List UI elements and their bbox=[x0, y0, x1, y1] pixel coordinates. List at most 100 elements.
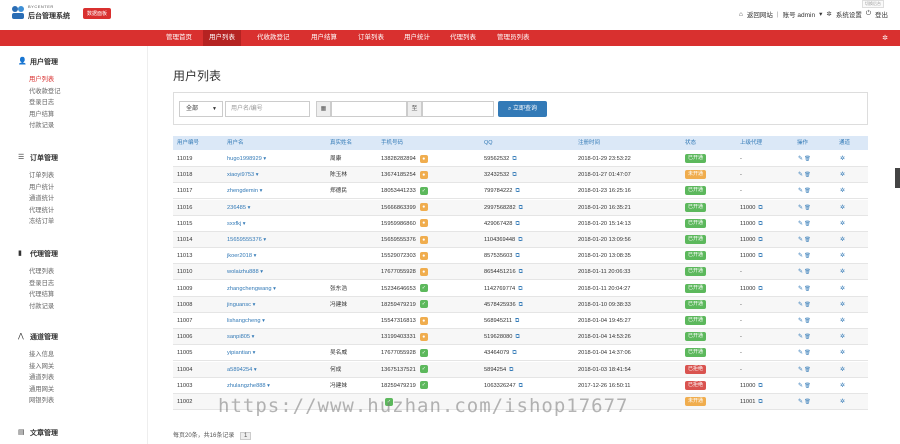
channel-gear-icon[interactable]: ✲ bbox=[840, 167, 845, 183]
logout-link[interactable]: 登出 bbox=[875, 9, 888, 19]
sidebar-item[interactable]: 代理统计 bbox=[29, 205, 54, 214]
channel-gear-icon[interactable]: ✲ bbox=[840, 232, 845, 248]
home-link[interactable]: 返回网站 bbox=[747, 9, 773, 19]
sidebar-item[interactable]: 通道列表 bbox=[29, 372, 54, 381]
status-badge[interactable]: 已开通 bbox=[685, 235, 707, 244]
status-badge[interactable]: 已开通 bbox=[685, 202, 707, 212]
status-badge[interactable]: 已拒绝 bbox=[685, 380, 707, 390]
trash-icon[interactable]: 🗑 bbox=[803, 334, 810, 340]
channel-gear-icon[interactable]: ✲ bbox=[840, 394, 845, 410]
col-status[interactable]: 状态 bbox=[685, 136, 696, 150]
status-badge[interactable]: 已拒绝 bbox=[685, 364, 707, 374]
sidebar-item[interactable]: 接入网关 bbox=[29, 361, 54, 370]
col-user-id[interactable]: 用户编号 bbox=[177, 136, 199, 150]
sidebar-item[interactable]: 接入信息 bbox=[29, 349, 54, 358]
external-link-icon[interactable]: ⧉ bbox=[758, 205, 762, 211]
cell-username[interactable]: yipiantian ▾ bbox=[227, 345, 255, 361]
trash-icon[interactable]: 🗑 bbox=[803, 383, 810, 389]
cell-username[interactable]: xiaoyi9753 ▾ bbox=[227, 167, 259, 183]
external-link-icon[interactable]: ⧉ bbox=[758, 237, 762, 243]
verified-icon[interactable]: ✓ bbox=[419, 284, 428, 293]
cell-username[interactable]: jkoer2018 ▾ bbox=[227, 248, 256, 264]
cell-username[interactable]: hugo1998929 ▾ bbox=[227, 151, 266, 167]
cell-username[interactable]: a5894254 ▾ bbox=[227, 362, 257, 378]
external-link-icon[interactable]: ⧉ bbox=[758, 383, 762, 389]
nav-home[interactable]: 管理首页 bbox=[160, 30, 198, 46]
external-link-icon[interactable]: ⧉ bbox=[515, 253, 519, 259]
trash-icon[interactable]: 🗑 bbox=[803, 237, 810, 243]
cell-username[interactable]: zhulangzhe888 ▾ bbox=[227, 378, 270, 394]
status-badge[interactable]: 已开通 bbox=[685, 251, 707, 261]
sidebar-item[interactable]: 代收款登记 bbox=[29, 86, 60, 95]
nav-orders[interactable]: 订单列表 bbox=[352, 30, 390, 46]
sidebar-item[interactable]: 订单列表 bbox=[29, 170, 54, 179]
sidebar-section-title[interactable]: 通道管理 bbox=[30, 332, 58, 342]
channel-gear-icon[interactable]: ✲ bbox=[840, 362, 845, 378]
channel-gear-icon[interactable]: ✲ bbox=[840, 313, 845, 329]
sidebar-item[interactable]: 网银列表 bbox=[29, 395, 54, 404]
external-link-icon[interactable]: ⧉ bbox=[758, 286, 762, 292]
trash-icon[interactable]: 🗑 bbox=[803, 172, 810, 178]
external-link-icon[interactable]: ⧉ bbox=[512, 156, 516, 162]
status-badge[interactable]: 已开通 bbox=[685, 283, 707, 293]
sidebar-item[interactable]: 通道统计 bbox=[29, 193, 54, 202]
sidebar-item[interactable]: 通用网关 bbox=[29, 384, 54, 393]
external-link-icon[interactable]: ⧉ bbox=[518, 237, 522, 243]
nav-collection[interactable]: 代收款登记 bbox=[251, 30, 296, 46]
unverified-icon[interactable]: ● bbox=[419, 170, 428, 179]
channel-gear-icon[interactable]: ✲ bbox=[840, 345, 845, 361]
status-badge[interactable]: 已开通 bbox=[685, 332, 707, 342]
channel-gear-icon[interactable]: ✲ bbox=[840, 183, 845, 199]
status-badge[interactable]: 已开通 bbox=[685, 316, 707, 325]
trash-icon[interactable]: 🗑 bbox=[803, 253, 810, 259]
trash-icon[interactable]: 🗑 bbox=[803, 318, 810, 324]
external-link-icon[interactable]: ⧉ bbox=[518, 286, 522, 292]
account-link[interactable]: 账号 admin bbox=[783, 9, 816, 19]
status-badge[interactable]: 已开通 bbox=[685, 348, 707, 358]
unverified-icon[interactable]: ● bbox=[419, 235, 428, 244]
sidebar-item[interactable]: 登录日志 bbox=[29, 97, 54, 106]
cell-username[interactable]: 15659555376 ▾ bbox=[227, 232, 266, 248]
trash-icon[interactable]: 🗑 bbox=[803, 221, 810, 227]
unverified-icon[interactable]: ● bbox=[419, 332, 428, 341]
col-username[interactable]: 用户名 bbox=[227, 136, 244, 150]
status-select[interactable]: 全部 ▼ bbox=[179, 101, 223, 117]
channel-gear-icon[interactable]: ✲ bbox=[840, 281, 845, 297]
verified-icon[interactable]: ✓ bbox=[419, 186, 428, 195]
external-link-icon[interactable]: ⧉ bbox=[758, 253, 762, 259]
status-badge[interactable]: 已开通 bbox=[685, 186, 707, 196]
external-link-icon[interactable]: ⧉ bbox=[515, 188, 519, 194]
sidebar-item[interactable]: 代理结算 bbox=[29, 289, 54, 298]
channel-gear-icon[interactable]: ✲ bbox=[840, 151, 845, 167]
sidebar-item[interactable]: 付款记录 bbox=[29, 301, 54, 310]
nav-admins[interactable]: 管理员列表 bbox=[491, 30, 536, 46]
unverified-icon[interactable]: ● bbox=[419, 316, 428, 325]
col-register-time[interactable]: 注册时间 bbox=[578, 136, 600, 150]
channel-gear-icon[interactable]: ✲ bbox=[840, 264, 845, 280]
channel-gear-icon[interactable]: ✲ bbox=[840, 297, 845, 313]
sidebar-item[interactable]: 付款记录 bbox=[29, 120, 54, 129]
sidebar-item[interactable]: 用户列表 bbox=[29, 74, 54, 83]
sidebar-item[interactable]: 用户统计 bbox=[29, 182, 54, 191]
sidebar-item[interactable]: 冻结订单 bbox=[29, 216, 54, 225]
external-link-icon[interactable]: ⧉ bbox=[515, 334, 519, 340]
channel-gear-icon[interactable]: ✲ bbox=[840, 200, 845, 216]
verified-icon[interactable]: ✓ bbox=[419, 300, 428, 309]
trash-icon[interactable]: 🗑 bbox=[803, 205, 810, 211]
trash-icon[interactable]: 🗑 bbox=[803, 188, 810, 194]
verified-icon[interactable]: ✓ bbox=[419, 365, 428, 374]
trash-icon[interactable]: 🗑 bbox=[803, 156, 810, 162]
trash-icon[interactable]: 🗑 bbox=[803, 302, 810, 308]
cell-username[interactable]: wolaizhu888 ▾ bbox=[227, 264, 263, 280]
cell-username[interactable]: 236485 ▾ bbox=[227, 200, 250, 216]
external-link-icon[interactable]: ⧉ bbox=[519, 269, 523, 275]
sidebar-item[interactable]: 代理列表 bbox=[29, 266, 54, 275]
sidebar-item[interactable]: 登录日志 bbox=[29, 278, 54, 287]
keyword-input[interactable]: 用户名/编号 bbox=[225, 101, 310, 117]
nav-settings-icon[interactable]: ✲ bbox=[882, 34, 888, 42]
status-badge[interactable]: 未开通 bbox=[685, 170, 707, 180]
external-link-icon[interactable]: ⧉ bbox=[509, 367, 513, 373]
nav-settlement[interactable]: 用户结算 bbox=[305, 30, 343, 46]
query-button[interactable]: ⌕ 立即查询 bbox=[498, 101, 547, 117]
channel-gear-icon[interactable]: ✲ bbox=[840, 329, 845, 345]
